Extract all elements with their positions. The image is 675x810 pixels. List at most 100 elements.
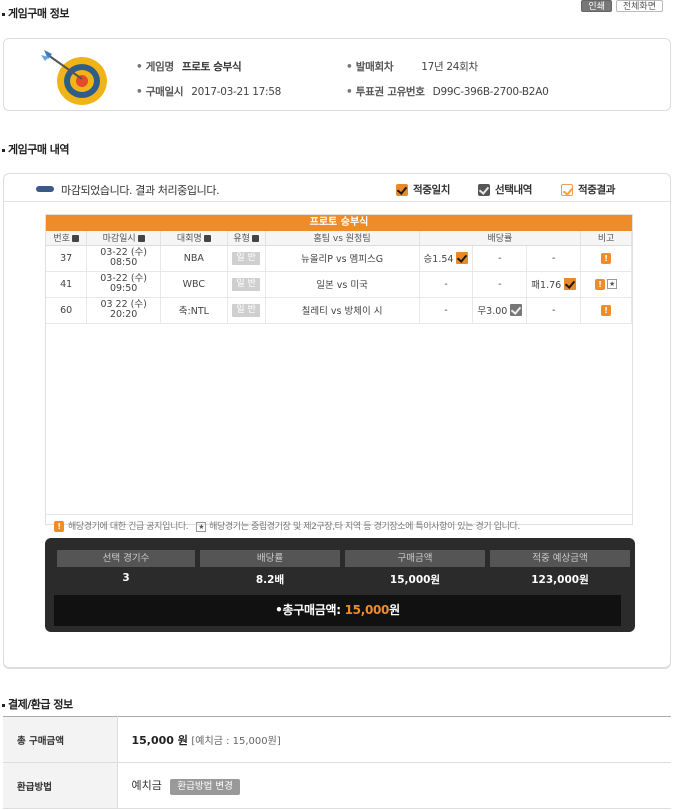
top-button-group: 인쇄 전체화면 [581, 0, 663, 12]
sort-icon[interactable] [251, 235, 259, 243]
summary-header-odds: 배당률 [200, 550, 340, 567]
cell-odds-draw: - [472, 245, 528, 272]
change-refund-method-button[interactable]: 환급방법 변경 [170, 778, 240, 795]
type-badge: 일 반 [232, 303, 260, 317]
star-icon: ★ [196, 521, 207, 532]
legend-hit-label: 적중일치 [413, 184, 451, 196]
purchase-datetime-row: 구매일시 2017-03-21 17:58 [136, 84, 282, 99]
cell-type: 일 반 [227, 271, 266, 298]
type-badge: 일 반 [232, 251, 260, 265]
purchase-detail-panel: 마감되었습니다. 결과 처리중입니다. 적중일치 선택내역 적중결과 프로토 승… [3, 173, 671, 669]
game-grid: 프로토 승부식 번호 마감일시 대회명 유형 홈팀 vs 원정팀 배당률 비고 [45, 214, 633, 525]
cell-odds-lose: - [526, 297, 582, 324]
checkbox-checked-icon [396, 183, 408, 196]
refund-method-cell: 예치금 환급방법 변경 [117, 762, 671, 809]
cell-league: WBC [160, 271, 228, 298]
total-unit: 원 [389, 603, 400, 617]
status-bar: 마감되었습니다. 결과 처리중입니다. 적중일치 선택내역 적중결과 [4, 174, 670, 202]
cell-odds-win: - [419, 271, 474, 298]
cell-no: 60 [46, 297, 88, 324]
notice-bar: ! 해당경기에 대한 긴급 공지입니다. ★ 해당경기는 중립경기장 및 제2구장,타… [45, 514, 633, 534]
exclamation-icon[interactable]: ! [601, 252, 612, 264]
checkbox-outline-icon [561, 183, 573, 196]
total-purchase-amount: •총구매금액: 15,000원 [54, 595, 621, 626]
cell-odds-lose: - [526, 245, 582, 272]
exclamation-icon[interactable]: ! [601, 304, 612, 316]
section-title-payment: 결제/환급 정보 [2, 696, 73, 712]
exclamation-icon[interactable]: ! [595, 278, 606, 290]
summary-expected-value: 123,000원 [531, 574, 589, 586]
cell-no: 41 [46, 271, 88, 298]
table-header-row: 번호 마감일시 대회명 유형 홈팀 vs 원정팀 배당률 비고 [46, 231, 632, 246]
cell-league: 축:NTL [160, 297, 228, 324]
total-purchase-value: 15,000 원 [131, 733, 188, 747]
section-title-text: 게임구매 내역 [8, 143, 70, 156]
table-row: 41 03-22 (수) 09:50 WBC 일 반 일본 vs 미국 - - 패… [46, 271, 632, 298]
total-purchase-cell: 15,000 원 [예치금 : 15,000원] [117, 716, 671, 763]
type-badge: 일 반 [232, 277, 260, 291]
refund-method-label: 환급방법 [3, 762, 118, 809]
target-dart-icon [41, 50, 107, 105]
odds-value: 패1.76 [531, 280, 562, 291]
bullet-icon [2, 703, 5, 707]
ticket-id-value: D99C-396B-2700-B2A0 [432, 86, 549, 98]
summary-header-expected: 적중 예상금액 [490, 550, 630, 567]
deadline-time: 08:50 [109, 257, 138, 268]
cell-odds-lose: 패1.76 [526, 271, 582, 298]
print-button[interactable]: 인쇄 [581, 0, 612, 12]
sort-icon[interactable] [71, 235, 79, 243]
purchase-datetime-label: 구매일시 [136, 84, 184, 99]
section-title-text: 게임구매 정보 [8, 7, 70, 20]
round-row: 발매회차 17년 24회차 [346, 59, 478, 74]
cell-type: 일 반 [227, 245, 266, 272]
checkbox-checked-icon [510, 304, 523, 316]
cell-deadline: 03-22 (수) 09:50 [86, 271, 161, 298]
star-icon[interactable]: ★ [607, 279, 618, 289]
game-name-value: 프로토 승부식 [181, 61, 242, 73]
ticket-id-label: 투표권 고유번호 [346, 84, 425, 99]
refund-method-value: 예치금 [131, 778, 162, 792]
table-row: 60 03 22 (수) 20:20 축:NTL 일 반 칠레티 vs 방체이 시… [46, 297, 632, 324]
detail-panel-footer [3, 652, 671, 668]
deadline-time: 20:20 [109, 309, 138, 320]
header-no[interactable]: 번호 [46, 231, 88, 246]
notice-star-text: 해당경기는 중립경기장 및 제2구장,타 지역 등 경기장소에 특이사항이 있는… [209, 522, 520, 532]
odds-value: 무3.00 [477, 306, 508, 317]
header-match: 홈팀 vs 원정팀 [265, 231, 420, 246]
header-note: 비고 [580, 231, 632, 246]
summary-count-value: 3 [122, 572, 130, 584]
game-info-panel: 게임명 프로토 승부식 구매일시 2017-03-21 17:58 발매회차 17년 … [3, 38, 671, 111]
sort-icon[interactable] [203, 235, 211, 243]
cell-no: 37 [46, 245, 88, 272]
round-label: 발매회차 [346, 59, 394, 74]
cell-match: 뉴올리P vs 멤피스G [265, 245, 420, 272]
bullet-icon [2, 12, 5, 16]
section-title-game-detail: 게임구매 내역 [2, 141, 70, 157]
cell-match: 칠레티 vs 방체이 시 [265, 297, 420, 324]
payment-table: 총 구매금액 15,000 원 [예치금 : 15,000원] 환급방법 예치금… [3, 716, 671, 809]
status-pill-icon [36, 186, 54, 192]
purchase-summary: 선택 경기수 배당률 구매금액 적중 예상금액 3 8.2배 15,000원 1… [45, 538, 635, 632]
sort-icon[interactable] [137, 235, 145, 243]
odds-value: 승1.54 [423, 254, 454, 265]
cell-odds-draw: 무3.00 [472, 297, 528, 324]
cell-odds-win: 승1.54 [419, 245, 474, 272]
legend-result-label: 적중결과 [578, 184, 616, 196]
cell-deadline: 03 22 (수) 20:20 [86, 297, 161, 324]
header-deadline[interactable]: 마감일시 [86, 231, 161, 246]
header-odds: 배당률 [419, 231, 582, 246]
header-type[interactable]: 유형 [227, 231, 266, 246]
header-league[interactable]: 대회명 [160, 231, 228, 246]
section-title-game-info: 게임구매 정보 [2, 5, 70, 21]
total-purchase-label: 총 구매금액 [3, 716, 118, 763]
table-row: 37 03-22 (수) 08:50 NBA 일 반 뉴올리P vs 멤피스G 승… [46, 245, 632, 272]
checkbox-checked-icon [456, 252, 469, 264]
cell-note: ! [580, 245, 632, 272]
fullscreen-button[interactable]: 전체화면 [615, 0, 663, 12]
table-row: 환급방법 예치금 환급방법 변경 [3, 762, 671, 809]
section-title-text: 결제/환급 정보 [8, 698, 73, 711]
grid-title: 프로토 승부식 [46, 215, 632, 231]
checkbox-checked-icon [564, 278, 577, 290]
legend-selection-label: 선택내역 [495, 184, 533, 196]
legend-result: 적중결과 [561, 182, 615, 197]
